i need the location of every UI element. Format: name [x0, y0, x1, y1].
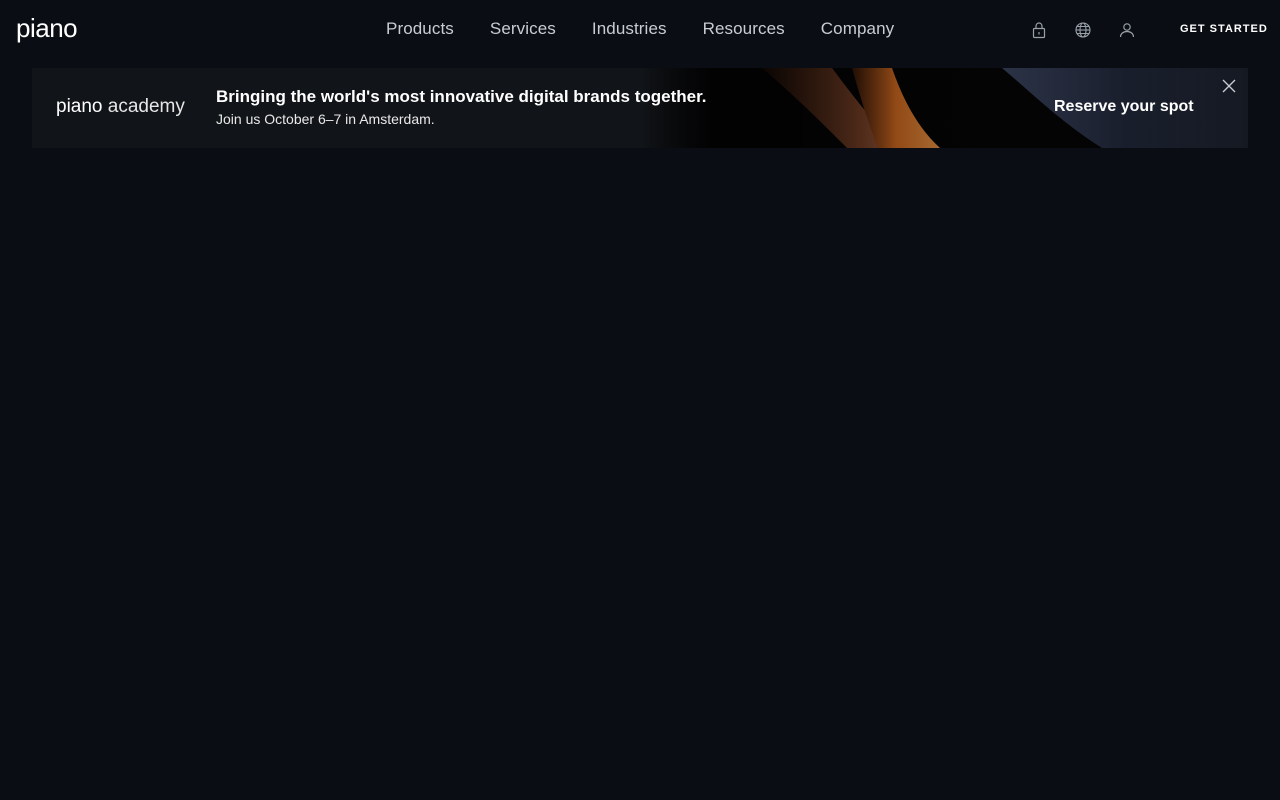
banner-headline: Bringing the world's most innovative dig… [216, 87, 707, 106]
piano-academy-logo: piano academy [56, 95, 185, 119]
academy-logo-suffix: academy [107, 96, 185, 117]
nav-item-services[interactable]: Services [490, 18, 556, 40]
page: piano Products Services Industries Resou… [0, 0, 1280, 800]
header-icons [1031, 20, 1135, 40]
piano-logo[interactable]: piano [16, 12, 78, 44]
nav-item-industries[interactable]: Industries [592, 18, 667, 40]
reserve-spot-link[interactable]: Reserve your spot [1054, 97, 1194, 117]
site-header: piano Products Services Industries Resou… [0, 0, 1280, 58]
nav-item-resources[interactable]: Resources [703, 18, 785, 40]
nav-item-products[interactable]: Products [386, 18, 454, 40]
nav-item-company[interactable]: Company [821, 18, 894, 40]
main-nav: Products Services Industries Resources C… [386, 18, 894, 40]
get-started-button[interactable]: GET STARTED [1180, 22, 1268, 36]
banner-subtext: Join us October 6–7 in Amsterdam. [216, 111, 435, 127]
academy-logo-brand: piano [56, 96, 103, 117]
lock-icon[interactable] [1031, 20, 1047, 40]
user-icon[interactable] [1119, 20, 1135, 40]
close-icon[interactable] [1222, 79, 1236, 93]
banner-text: Bringing the world's most innovative dig… [216, 87, 706, 128]
academy-banner: piano academy Bringing the world's most … [32, 68, 1248, 148]
globe-icon[interactable] [1075, 20, 1091, 40]
